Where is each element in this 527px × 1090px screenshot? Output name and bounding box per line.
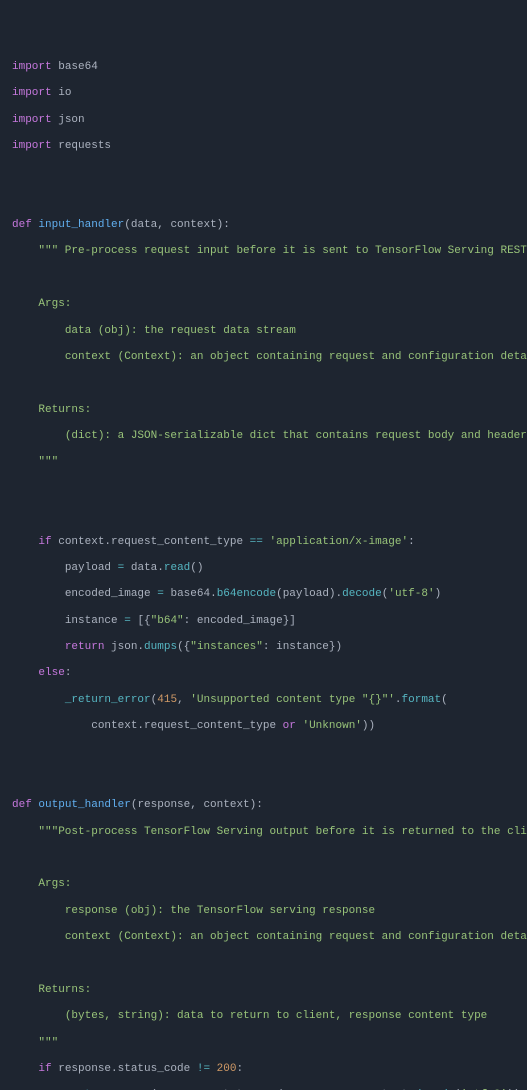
- keyword-def: def: [12, 219, 32, 231]
- keyword-import: import: [12, 61, 52, 73]
- module-name: base64: [58, 61, 98, 73]
- function-name: output_handler: [38, 799, 130, 811]
- function-name: input_handler: [38, 219, 124, 231]
- docstring: """ Pre-process request input before it …: [38, 245, 527, 257]
- code-editor: import base64 import io import json impo…: [12, 61, 527, 1090]
